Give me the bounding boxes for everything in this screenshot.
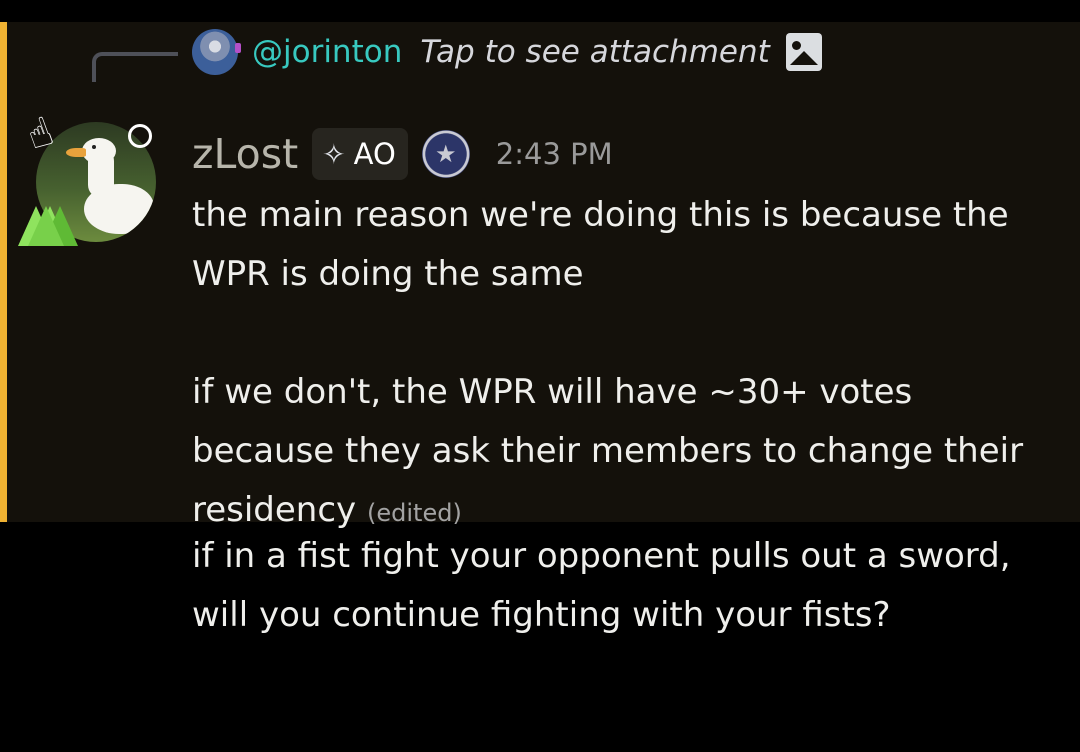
message-header: zLost ✧ AO ★ 2:43 PM — [192, 126, 613, 182]
duck-eye — [92, 145, 96, 149]
reply-spine — [92, 52, 178, 82]
avatar-decoration-ring-icon — [128, 124, 152, 148]
duck-beak — [66, 148, 86, 157]
avatar-decoration-grass-icon — [28, 206, 64, 246]
server-tag-label: AO — [353, 137, 396, 171]
chat-screen: @jorinton Tap to see attachment ☝ zLost … — [0, 0, 1080, 752]
edited-label: (edited) — [367, 499, 462, 527]
reply-avatar[interactable] — [192, 29, 241, 75]
server-tag[interactable]: ✧ AO — [312, 128, 408, 180]
reply-reference[interactable]: @jorinton Tap to see attachment — [192, 28, 822, 76]
reply-username[interactable]: @jorinton — [252, 34, 402, 70]
next-message-content: if in a fist fight your opponent pulls o… — [192, 536, 1011, 635]
message-paragraph-2: if we don't, the WPR will have ~30+ vote… — [192, 363, 1062, 543]
star-badge-icon[interactable]: ★ — [421, 130, 470, 178]
highlighted-message[interactable]: @jorinton Tap to see attachment ☝ zLost … — [0, 22, 1080, 530]
timestamp: 2:43 PM — [495, 137, 613, 171]
status-dot — [235, 43, 241, 53]
duck-head — [82, 138, 116, 164]
avatar-decoration-hand-icon: ☝ — [20, 108, 60, 160]
message-paragraph-2-text: if we don't, the WPR will have ~30+ vote… — [192, 372, 1024, 530]
message-paragraph-1: the main reason we're doing this is beca… — [192, 195, 1009, 294]
message-content: the main reason we're doing this is beca… — [192, 186, 1062, 543]
reply-preview-text[interactable]: Tap to see attachment — [420, 34, 769, 70]
image-icon — [785, 33, 822, 71]
diamond-sparkle-icon: ✧ — [322, 137, 346, 171]
mention-highlight-bar — [0, 22, 7, 522]
author-name[interactable]: zLost — [192, 130, 298, 178]
